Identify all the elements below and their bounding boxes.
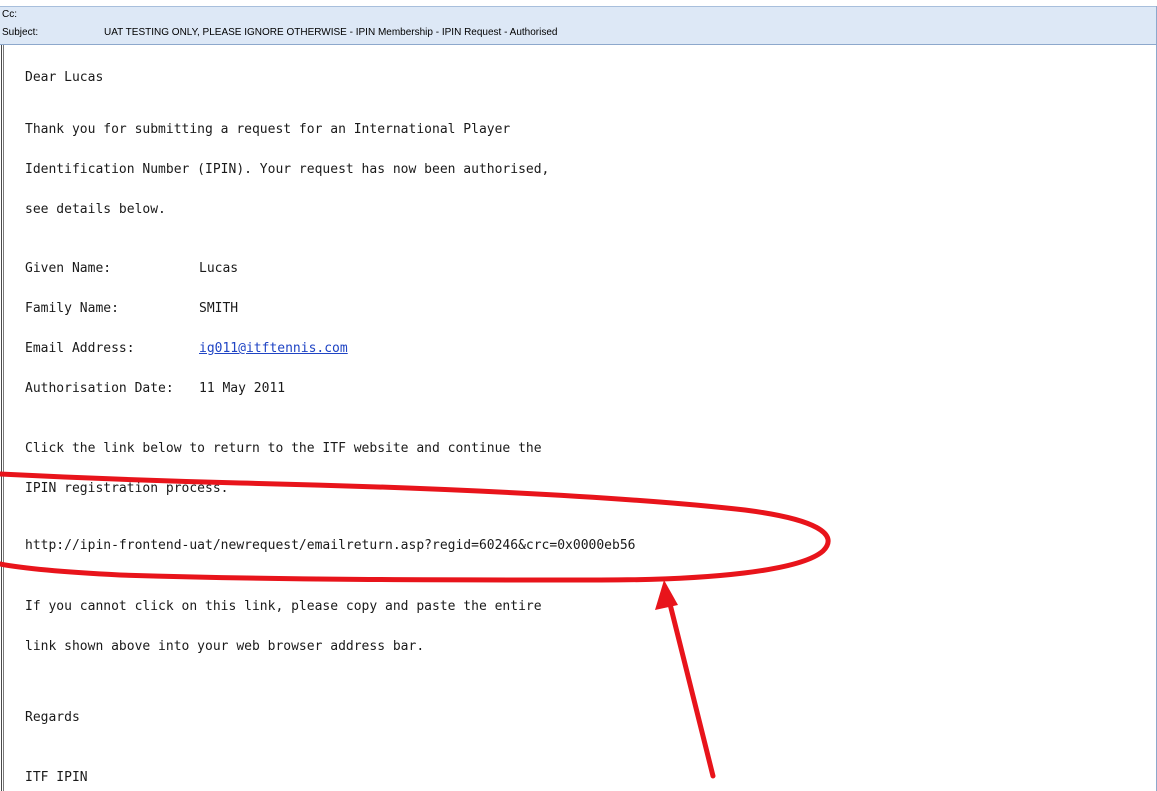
given-name-value: Lucas bbox=[199, 261, 239, 276]
email-screenshot: Cc: Subject: UAT TESTING ONLY, PLEASE IG… bbox=[0, 0, 1157, 791]
subject-label: Subject: bbox=[2, 27, 39, 38]
subject-value: UAT TESTING ONLY, PLEASE IGNORE OTHERWIS… bbox=[104, 27, 558, 38]
intro-line-2: Identification Number (IPIN). Your reque… bbox=[25, 162, 550, 177]
authorisation-date-value: 11 May 2011 bbox=[199, 381, 286, 396]
authorisation-date-label: Authorisation Date: bbox=[25, 381, 174, 396]
return-url-text[interactable]: http://ipin-frontend-uat/newrequest/emai… bbox=[25, 538, 635, 554]
body-left-border-inner bbox=[3, 45, 4, 791]
fallback-line-2: link shown above into your web browser a… bbox=[25, 639, 425, 654]
cc-label: Cc: bbox=[2, 9, 17, 20]
email-body-pane: Dear Lucas Thank you for submitting a re… bbox=[0, 45, 1157, 791]
greeting: Dear Lucas bbox=[25, 70, 104, 85]
cc-field[interactable] bbox=[62, 10, 1152, 23]
body-left-border bbox=[1, 45, 2, 791]
email-address-label: Email Address: bbox=[25, 341, 135, 356]
email-address-link[interactable]: ig011@itftennis.com bbox=[199, 341, 348, 357]
family-name-value: SMITH bbox=[199, 301, 239, 316]
signoff: Regards bbox=[25, 710, 80, 725]
family-name-label: Family Name: bbox=[25, 301, 119, 316]
signature: ITF IPIN bbox=[25, 770, 88, 785]
instruction-line-2: IPIN registration process. bbox=[25, 481, 229, 496]
intro-line-3: see details below. bbox=[25, 202, 166, 217]
given-name-label: Given Name: bbox=[25, 261, 112, 276]
fallback-line-1: If you cannot click on this link, please… bbox=[25, 599, 542, 614]
intro-line-1: Thank you for submitting a request for a… bbox=[25, 122, 511, 137]
instruction-line-1: Click the link below to return to the IT… bbox=[25, 441, 542, 456]
email-header-panel: Cc: Subject: UAT TESTING ONLY, PLEASE IG… bbox=[0, 6, 1157, 45]
